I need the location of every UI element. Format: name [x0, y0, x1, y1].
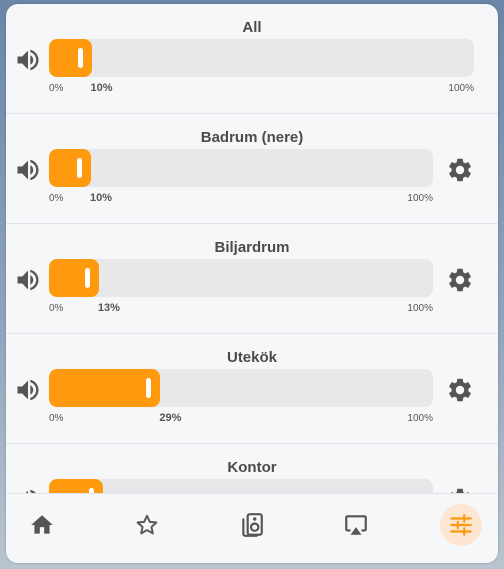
- speaker-icon: [242, 513, 263, 537]
- speaker-volume-icon[interactable]: [14, 46, 42, 74]
- max-label: 100%: [448, 83, 474, 94]
- value-label: 29%: [159, 412, 182, 424]
- min-label: 0%: [49, 413, 64, 424]
- slider-handle[interactable]: [77, 158, 82, 178]
- slider-handle[interactable]: [77, 48, 83, 68]
- settings-gear-icon[interactable]: [446, 266, 474, 294]
- speaker-volume-icon[interactable]: [14, 156, 42, 184]
- volume-fill: [49, 259, 99, 297]
- row-title: Utekök: [226, 349, 278, 366]
- volume-list: All 0% 10% 100% Badrum (nere) 0% 10% 100…: [6, 4, 498, 494]
- value-label: 13%: [97, 302, 120, 314]
- volume-row-utekok: Utekök 0% 29% 100%: [6, 334, 498, 444]
- speaker-volume-icon[interactable]: [14, 266, 42, 294]
- home-icon: [31, 515, 53, 534]
- volume-fill: [49, 369, 161, 407]
- volume-fill: [49, 149, 91, 187]
- volume-slider[interactable]: [49, 149, 433, 187]
- star-icon: [136, 514, 158, 535]
- max-label: 100%: [407, 193, 433, 204]
- row-title: All: [242, 19, 262, 36]
- min-label: 0%: [49, 83, 64, 94]
- volume-row-badrum-nere: Badrum (nere) 0% 10% 100%: [6, 114, 498, 224]
- settings-gear-icon[interactable]: [446, 156, 474, 184]
- max-label: 100%: [407, 413, 433, 424]
- row-title: Biljardrum: [214, 239, 290, 256]
- tab-speakers[interactable]: [231, 504, 273, 546]
- settings-gear-icon[interactable]: [446, 376, 474, 404]
- min-label: 0%: [49, 303, 64, 314]
- row-title: Kontor: [227, 459, 277, 476]
- volume-slider[interactable]: [49, 39, 474, 77]
- bottom-tab-bar: [6, 493, 498, 563]
- value-label: 10%: [89, 192, 113, 204]
- tab-favorites[interactable]: [126, 504, 168, 546]
- airplay-icon: [345, 515, 367, 535]
- tab-home[interactable]: [21, 504, 63, 546]
- slider-handle[interactable]: [146, 378, 152, 398]
- row-title: Badrum (nere): [200, 129, 304, 146]
- sliders-icon: [450, 514, 472, 536]
- volume-slider[interactable]: [49, 369, 433, 407]
- speaker-volume-icon[interactable]: [14, 376, 42, 404]
- volume-slider[interactable]: [49, 479, 433, 494]
- tab-mixer[interactable]: [440, 504, 482, 546]
- tab-airplay[interactable]: [335, 504, 377, 546]
- volume-row-kontor: Kontor: [6, 444, 498, 494]
- value-label: 10%: [90, 82, 113, 94]
- volume-row-biljardrum: Biljardrum 0% 13% 100%: [6, 224, 498, 334]
- slider-handle[interactable]: [84, 268, 90, 288]
- max-label: 100%: [407, 303, 433, 314]
- volume-slider[interactable]: [49, 259, 433, 297]
- volume-row-all: All 0% 10% 100%: [6, 4, 498, 114]
- volume-fill: [49, 479, 103, 494]
- volume-fill: [49, 39, 92, 77]
- volume-panel: All 0% 10% 100% Badrum (nere) 0% 10% 100…: [6, 4, 498, 563]
- min-label: 0%: [49, 193, 64, 204]
